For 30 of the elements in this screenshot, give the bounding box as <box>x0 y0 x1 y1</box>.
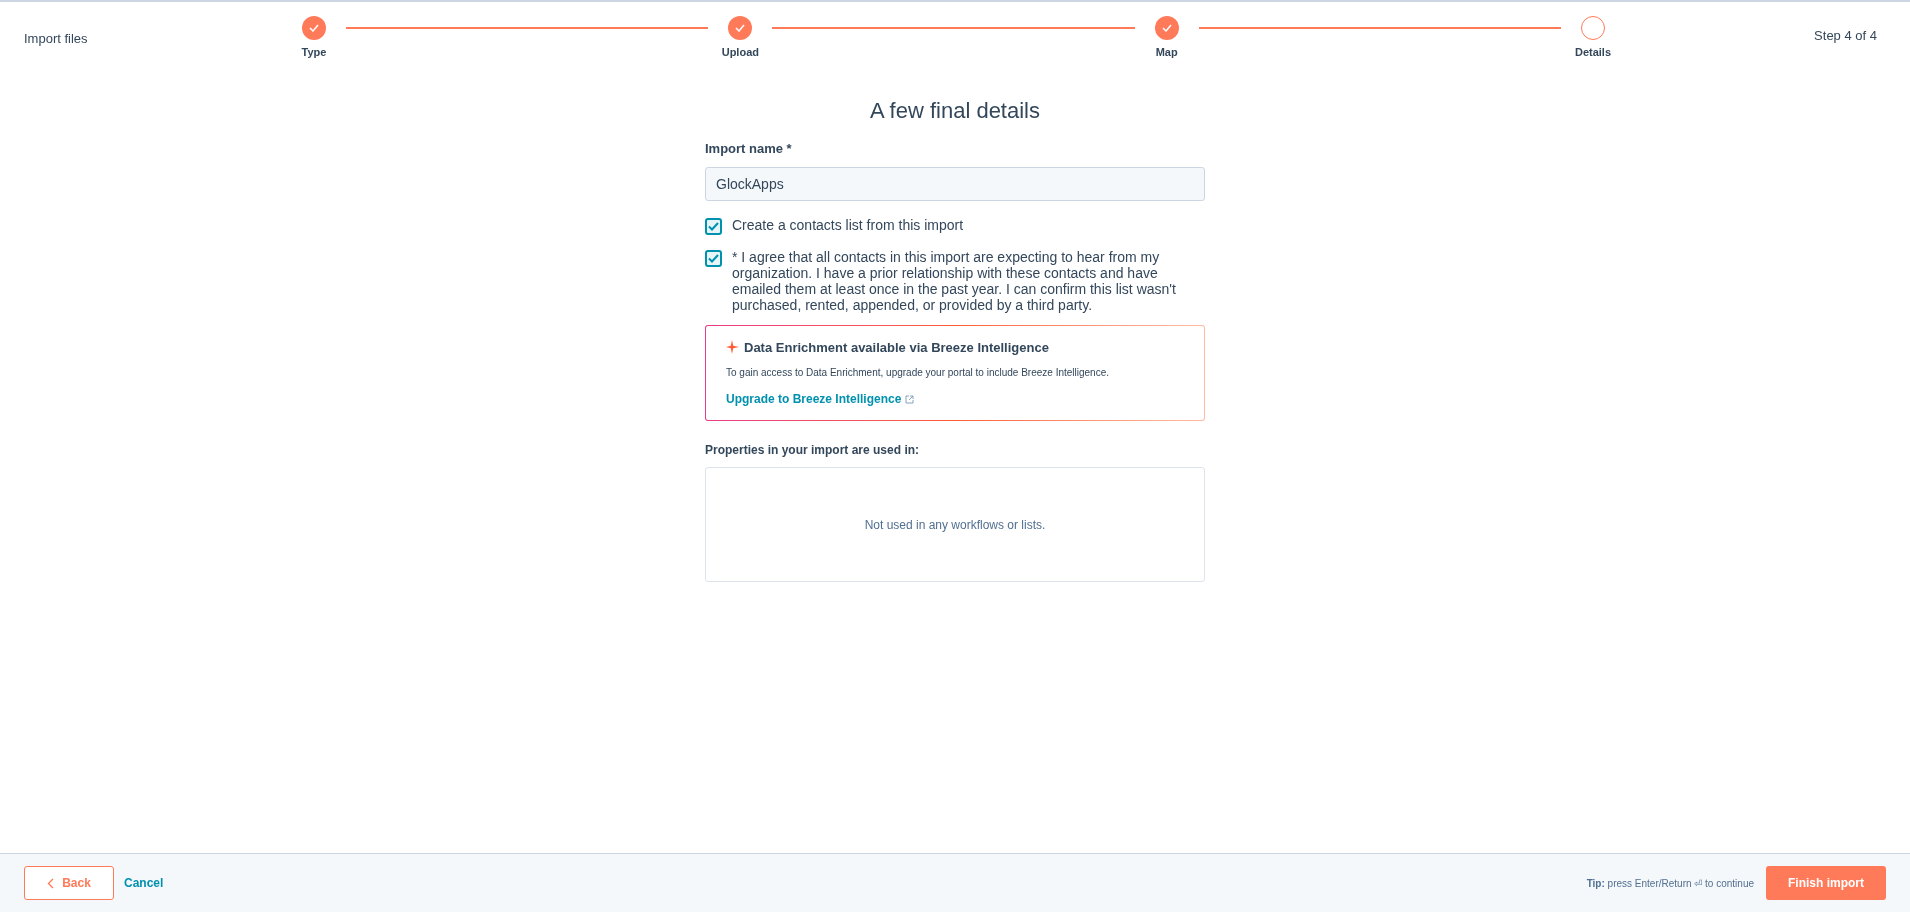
step-label: Upload <box>721 45 759 60</box>
upgrade-link[interactable]: Upgrade to Breeze Intelligence <box>726 390 915 408</box>
cancel-link[interactable]: Cancel <box>124 874 164 892</box>
field-label: Import name * <box>705 140 793 158</box>
check-icon <box>708 253 719 263</box>
checkbox-label: Create a contacts list from this import <box>732 216 964 233</box>
checkbox[interactable] <box>705 217 722 235</box>
callout-text: To gain access to Data Enrichment, upgrade your portal to include Breeze Intelligence. <box>726 366 1110 380</box>
check-icon <box>708 221 719 231</box>
check-icon <box>735 24 746 32</box>
step-label: Type <box>301 45 327 60</box>
finish-import-button[interactable]: Finish import <box>1766 866 1886 900</box>
page-title: Import files <box>24 31 88 46</box>
import-name-field[interactable]: GlockApps <box>705 166 1205 201</box>
back-button[interactable]: Back <box>24 866 114 900</box>
callout-title: Data Enrichment available via Breeze Intelligence <box>744 338 1049 357</box>
step-label: Details <box>1574 45 1611 60</box>
page-heading: A few final details <box>869 97 1041 125</box>
tip-text: Tip: press Enter/Return ⏎ to continue <box>1586 876 1754 891</box>
external-link-icon <box>905 394 915 404</box>
empty-message: Not used in any workflows or lists. <box>864 516 1046 534</box>
step-counter: Step 4 of 4 <box>1814 27 1877 45</box>
sparkle-icon <box>726 340 740 355</box>
chevron-left-icon <box>47 877 55 889</box>
section-label: Properties in your import are used in: <box>705 442 921 459</box>
check-icon <box>1161 24 1172 32</box>
step-label: Map <box>1155 45 1178 60</box>
checkbox[interactable] <box>705 249 722 267</box>
check-icon <box>309 24 319 32</box>
checkbox-label: * I agree that all contacts in this import are expecting to hear from my organization. I have a prior relationship with these contacts and have emailed them at least once in the past year. I can confirm this list wasn't purchased, rented, appended, or provided by a third party. <box>732 248 1177 313</box>
